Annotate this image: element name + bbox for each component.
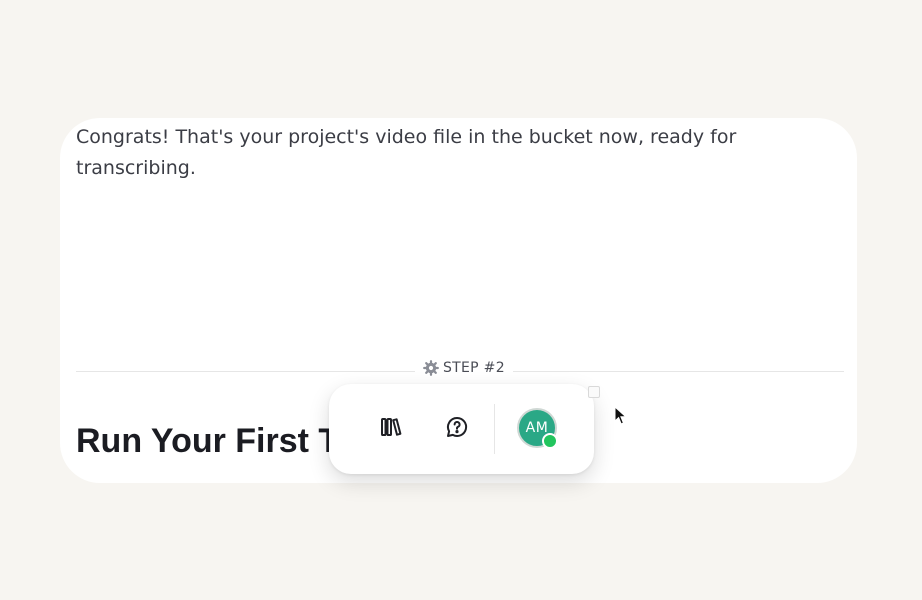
library-button[interactable] xyxy=(373,411,409,447)
intro-text: Congrats! That's your project's video fi… xyxy=(76,126,737,179)
drag-handle[interactable] xyxy=(588,386,600,398)
help-chat-icon xyxy=(445,415,469,443)
section-heading: Run Your First T xyxy=(76,422,340,460)
step-label-text: STEP #2 xyxy=(443,360,505,376)
online-status-dot xyxy=(542,433,558,449)
library-icon xyxy=(379,415,403,443)
gear-icon xyxy=(423,360,439,376)
step-label: STEP #2 xyxy=(415,360,513,376)
mouse-cursor-icon xyxy=(614,406,628,425)
floating-toolbar: AM xyxy=(329,384,594,474)
help-button[interactable] xyxy=(439,411,475,447)
toolbar-separator xyxy=(494,404,495,454)
user-avatar[interactable]: AM xyxy=(517,408,558,449)
